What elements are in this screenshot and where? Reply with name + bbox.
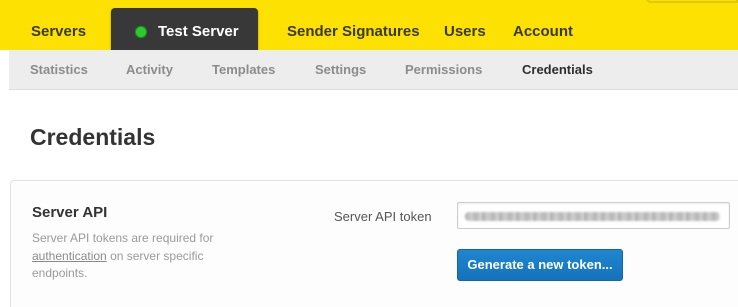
tab-templates[interactable]: Templates (212, 61, 275, 79)
authentication-link[interactable]: authentication (32, 249, 107, 263)
nav-sender-signatures[interactable]: Sender Signatures (287, 22, 420, 42)
page: Servers Test Server Sender Signatures Us… (0, 0, 738, 307)
nav-users[interactable]: Users (444, 22, 486, 42)
server-api-token-label: Server API token (334, 209, 432, 224)
nav-servers[interactable]: Servers (31, 22, 86, 42)
current-server-pill[interactable]: Test Server (111, 8, 258, 55)
tab-statistics[interactable]: Statistics (30, 61, 88, 79)
top-corner-button[interactable] (645, 0, 738, 3)
current-server-name: Test Server (158, 23, 239, 40)
generate-token-button[interactable]: Generate a new token... (457, 249, 623, 281)
description-text-start: Server API tokens are required for (32, 231, 214, 245)
tab-activity[interactable]: Activity (126, 61, 173, 79)
server-api-token-field[interactable] (457, 202, 730, 229)
server-api-description: Server API tokens are required for authe… (32, 230, 242, 283)
page-title: Credentials (30, 124, 156, 150)
sub-navigation (9, 50, 738, 90)
server-status-icon (135, 26, 147, 38)
top-navigation: Servers Test Server Sender Signatures Us… (0, 0, 738, 55)
tab-credentials[interactable]: Credentials (522, 61, 593, 79)
tab-permissions[interactable]: Permissions (405, 61, 482, 79)
tab-settings[interactable]: Settings (315, 61, 366, 79)
nav-account[interactable]: Account (513, 22, 573, 42)
obscured-token-value (465, 212, 720, 221)
server-api-title: Server API (32, 204, 108, 221)
